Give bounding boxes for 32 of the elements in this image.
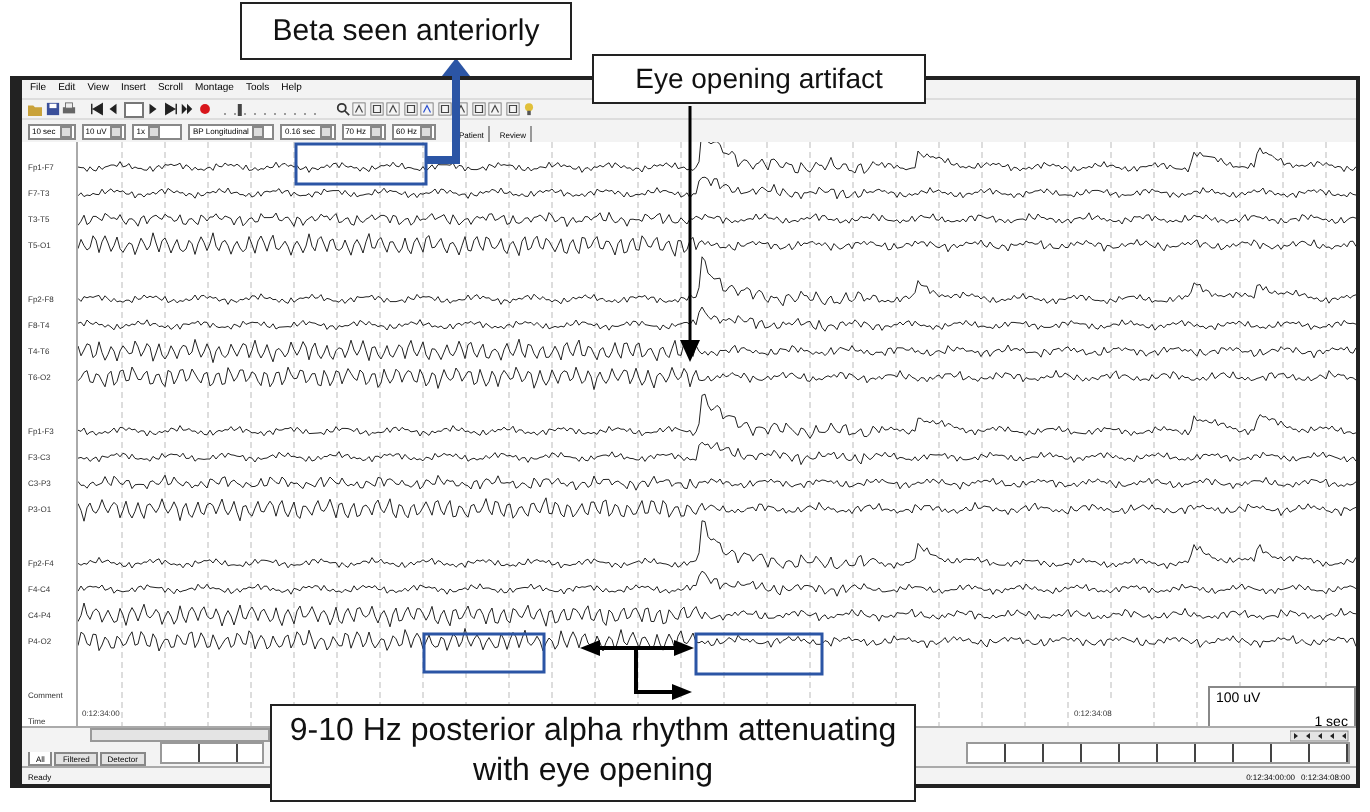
previous-icon[interactable] — [106, 102, 120, 117]
next-icon[interactable] — [146, 102, 160, 117]
double-arrow — [580, 640, 694, 700]
bulb-icon[interactable] — [522, 102, 536, 117]
save-icon[interactable] — [45, 102, 59, 117]
scroll-bar[interactable] — [90, 728, 270, 743]
overview-bar[interactable] — [966, 742, 1350, 765]
tool-icon[interactable] — [437, 102, 451, 117]
record-icon[interactable] — [197, 102, 211, 117]
first-page-icon[interactable] — [89, 102, 103, 117]
page-field[interactable] — [123, 101, 143, 118]
callout: Beta seen anteriorly — [240, 2, 572, 60]
tool-icon[interactable] — [386, 102, 400, 117]
tool-icon[interactable] — [505, 102, 519, 117]
highlight-box — [294, 142, 428, 186]
print-icon[interactable] — [62, 102, 76, 117]
tool-icon[interactable] — [471, 102, 485, 117]
tool-icon[interactable] — [488, 102, 502, 117]
highlight-box — [422, 632, 546, 674]
play-icon[interactable] — [180, 102, 194, 117]
highlight-box — [694, 632, 824, 676]
callout: 9-10 Hz posterior alpha rhythm attenuating with eye opening — [270, 704, 916, 802]
tool-icon[interactable] — [403, 102, 417, 117]
tool-icon[interactable] — [352, 102, 366, 117]
scroll-buttons-drawing[interactable] — [1290, 729, 1350, 742]
tool-icon[interactable] — [420, 102, 434, 117]
last-page-icon[interactable] — [163, 102, 177, 117]
overview-bar[interactable] — [159, 742, 264, 765]
speed-slider[interactable] — [222, 101, 322, 118]
callout: Eye opening artifact — [592, 54, 926, 104]
search-icon[interactable] — [335, 102, 349, 117]
tool-icon[interactable] — [369, 102, 383, 117]
